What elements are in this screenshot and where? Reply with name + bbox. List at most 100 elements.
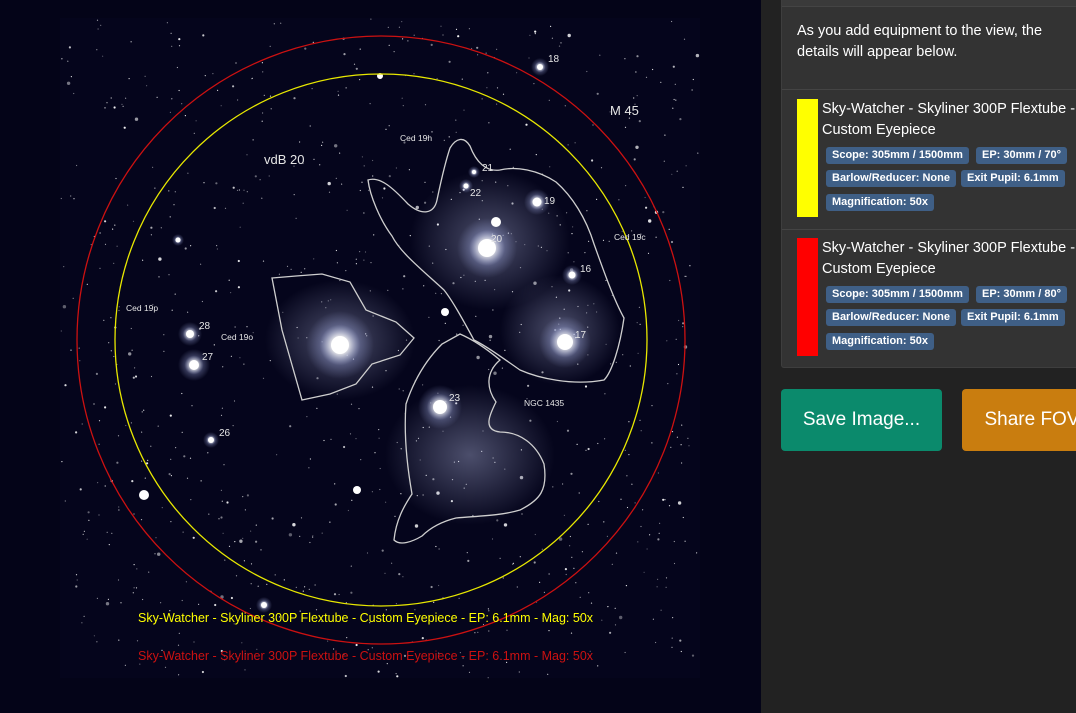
background-star bbox=[339, 152, 341, 154]
background-star bbox=[152, 166, 154, 168]
background-star bbox=[378, 429, 380, 431]
background-star bbox=[499, 557, 501, 559]
equipment-title: Sky-Watcher - Skyliner 300P Flextube - C… bbox=[822, 101, 1076, 138]
background-star bbox=[379, 488, 381, 491]
background-star bbox=[371, 491, 373, 493]
background-star bbox=[680, 650, 682, 653]
background-star bbox=[628, 421, 630, 423]
background-star bbox=[234, 541, 236, 543]
label-22: 22 bbox=[470, 188, 482, 199]
background-star bbox=[601, 619, 603, 621]
background-star bbox=[622, 354, 624, 356]
background-star bbox=[563, 514, 566, 517]
background-star bbox=[154, 553, 156, 555]
label-16: 16 bbox=[580, 264, 592, 275]
background-star bbox=[246, 494, 249, 497]
background-star bbox=[629, 365, 631, 367]
background-star bbox=[560, 42, 562, 44]
background-star bbox=[147, 459, 149, 461]
background-star bbox=[691, 654, 695, 657]
save-image-button[interactable]: Save Image... bbox=[781, 389, 942, 451]
background-star bbox=[249, 607, 251, 610]
label-19: 19 bbox=[544, 196, 556, 207]
background-star bbox=[608, 240, 610, 242]
share-fov-button[interactable]: Share FOV bbox=[962, 389, 1076, 451]
background-star bbox=[562, 483, 564, 485]
background-star bbox=[381, 549, 384, 552]
background-star bbox=[398, 388, 400, 390]
background-star bbox=[638, 306, 641, 308]
background-star bbox=[633, 97, 635, 99]
label-vdb20: vdB 20 bbox=[264, 152, 304, 167]
background-star bbox=[394, 515, 396, 518]
background-star bbox=[386, 663, 388, 665]
background-star bbox=[62, 305, 67, 309]
background-star bbox=[168, 190, 170, 192]
background-star bbox=[619, 615, 623, 620]
background-star bbox=[361, 181, 363, 183]
label-23: 23 bbox=[449, 393, 461, 404]
background-star bbox=[334, 483, 336, 485]
background-star bbox=[600, 167, 603, 169]
background-star bbox=[178, 89, 180, 92]
background-star bbox=[243, 560, 245, 562]
background-star bbox=[251, 78, 253, 80]
background-star bbox=[684, 275, 686, 277]
divider bbox=[782, 229, 1076, 230]
background-star bbox=[624, 126, 627, 128]
background-star bbox=[428, 316, 430, 318]
background-star bbox=[259, 179, 261, 181]
background-star bbox=[677, 501, 682, 505]
background-star bbox=[567, 33, 571, 38]
background-star bbox=[369, 103, 371, 105]
background-star bbox=[312, 535, 314, 537]
background-star bbox=[322, 141, 324, 143]
background-star bbox=[118, 509, 120, 511]
scope-badge: Scope: 305mm / 1500mm bbox=[826, 147, 969, 164]
sky-view[interactable]: M 45 vdB 20 Ced 19h Ced 19c Ced 19p Ced … bbox=[0, 0, 761, 713]
background-star bbox=[200, 263, 202, 265]
background-star bbox=[156, 96, 158, 98]
background-star bbox=[313, 158, 315, 160]
background-star bbox=[488, 122, 490, 124]
background-star bbox=[534, 33, 536, 35]
exit-pupil-badge: Exit Pupil: 6.1mm bbox=[961, 309, 1065, 326]
background-star bbox=[516, 72, 518, 74]
background-star bbox=[60, 197, 62, 200]
background-star bbox=[309, 458, 311, 460]
background-star bbox=[321, 532, 323, 534]
background-star bbox=[135, 587, 138, 589]
background-star bbox=[569, 545, 571, 547]
magnification-badge: Magnification: 50x bbox=[826, 333, 934, 350]
scope-badge: Scope: 305mm / 1500mm bbox=[826, 286, 969, 303]
background-star bbox=[398, 573, 401, 576]
background-star bbox=[489, 339, 491, 341]
background-star bbox=[355, 438, 357, 440]
background-star bbox=[136, 640, 139, 642]
magnification-badge: Magnification: 50x bbox=[826, 194, 934, 211]
background-star bbox=[246, 191, 248, 193]
background-star bbox=[658, 532, 660, 534]
background-star bbox=[334, 503, 337, 506]
background-star bbox=[401, 97, 403, 99]
background-star bbox=[570, 472, 573, 475]
background-star bbox=[385, 128, 387, 130]
background-star bbox=[261, 62, 263, 64]
label-26: 26 bbox=[219, 428, 231, 439]
background-star bbox=[347, 509, 349, 512]
background-star bbox=[224, 207, 227, 209]
background-star bbox=[190, 499, 192, 501]
background-star bbox=[243, 189, 245, 191]
background-star bbox=[388, 125, 390, 127]
background-star bbox=[170, 32, 172, 34]
background-star bbox=[273, 23, 275, 25]
background-star bbox=[186, 477, 189, 479]
background-star bbox=[574, 142, 576, 144]
background-star bbox=[607, 606, 609, 608]
background-star bbox=[620, 498, 622, 500]
background-star bbox=[355, 67, 358, 70]
background-star bbox=[174, 293, 176, 295]
color-swatch-yellow[interactable] bbox=[797, 99, 818, 217]
color-swatch-red[interactable] bbox=[797, 238, 818, 356]
background-star bbox=[118, 506, 120, 508]
